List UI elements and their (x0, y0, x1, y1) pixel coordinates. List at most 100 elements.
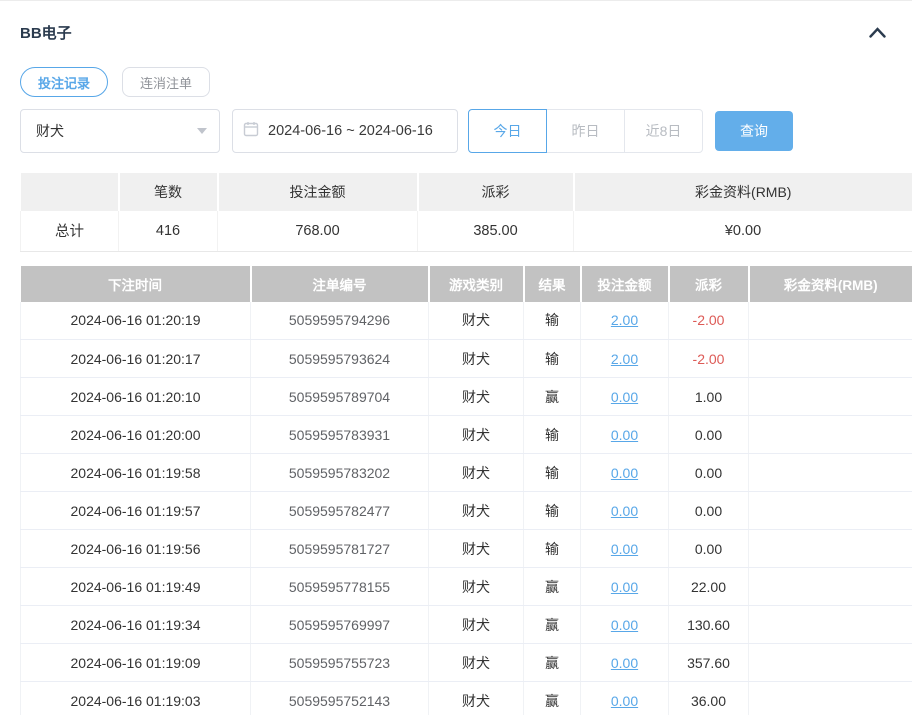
table-row: 2024-06-16 01:19:58 5059595783202 财犬 输 0… (21, 454, 912, 492)
bet-amount-cell: 0.00 (581, 492, 669, 530)
game-select-value: 财犬 (36, 121, 197, 141)
bet-id-cell: 5059595783931 (251, 416, 429, 454)
bet-time-cell: 2024-06-16 01:19:58 (21, 454, 251, 492)
tab-bar: 投注记录 连消注单 (20, 67, 912, 97)
table-row: 2024-06-16 01:19:03 5059595752143 财犬 赢 0… (21, 682, 912, 715)
chevron-up-icon (869, 26, 886, 41)
game-type-cell: 财犬 (429, 454, 524, 492)
bet-amount-link[interactable]: 0.00 (611, 655, 638, 671)
tab-cancelled-orders[interactable]: 连消注单 (122, 67, 210, 97)
date-range-picker[interactable]: 2024-06-16 ~ 2024-06-16 (232, 109, 458, 153)
collapse-button[interactable] (867, 25, 888, 40)
bet-amount-link[interactable]: 0.00 (611, 389, 638, 405)
summary-header-row: 笔数 投注金额 派彩 彩金资料(RMB) (21, 173, 912, 211)
game-type-cell: 财犬 (429, 682, 524, 715)
result-cell: 赢 (524, 644, 581, 682)
search-button[interactable]: 查询 (715, 111, 793, 151)
summary-header-empty (21, 173, 119, 211)
bet-amount-link[interactable]: 0.00 (611, 503, 638, 519)
result-cell: 输 (524, 530, 581, 568)
bet-id-cell: 5059595769997 (251, 606, 429, 644)
quick-range-yesterday[interactable]: 昨日 (546, 109, 625, 153)
bet-amount-link[interactable]: 0.00 (611, 693, 638, 709)
header-bet-id: 注单编号 (251, 266, 429, 302)
payout-cell: 0.00 (669, 416, 749, 454)
game-type-cell: 财犬 (429, 416, 524, 454)
table-row: 2024-06-16 01:19:57 5059595782477 财犬 输 0… (21, 492, 912, 530)
summary-total-label: 总计 (21, 211, 119, 251)
bet-id-cell: 5059595793624 (251, 340, 429, 378)
bet-id-cell: 5059595783202 (251, 454, 429, 492)
tab-bet-records[interactable]: 投注记录 (20, 67, 108, 97)
bet-amount-link[interactable]: 0.00 (611, 579, 638, 595)
payout-cell: 0.00 (669, 454, 749, 492)
bet-amount-link[interactable]: 2.00 (611, 351, 638, 367)
bonus-cell (749, 530, 912, 568)
header-bonus: 彩金资料(RMB) (749, 266, 912, 302)
page-title: BB电子 (20, 22, 72, 43)
bonus-cell (749, 644, 912, 682)
quick-range-group: 今日 昨日 近8日 (468, 109, 703, 153)
filter-bar: 财犬 2024-06-16 ~ 2024-06-16 今日 昨日 近8日 查询 (20, 109, 912, 153)
summary-total-bet-amount: 768.00 (218, 211, 418, 251)
bonus-cell (749, 302, 912, 340)
bet-time-cell: 2024-06-16 01:20:00 (21, 416, 251, 454)
summary-total-row: 总计 416 768.00 385.00 ¥0.00 (21, 211, 912, 251)
bet-amount-cell: 0.00 (581, 378, 669, 416)
game-type-cell: 财犬 (429, 644, 524, 682)
header-bet-amount: 投注金额 (581, 266, 669, 302)
table-row: 2024-06-16 01:19:49 5059595778155 财犬 赢 0… (21, 568, 912, 606)
bet-amount-cell: 0.00 (581, 568, 669, 606)
payout-cell: 0.00 (669, 530, 749, 568)
bet-amount-link[interactable]: 0.00 (611, 541, 638, 557)
bet-amount-cell: 0.00 (581, 644, 669, 682)
bet-amount-cell: 2.00 (581, 302, 669, 340)
payout-cell: -2.00 (669, 340, 749, 378)
quick-range-last-8-days[interactable]: 近8日 (624, 109, 703, 153)
bet-amount-cell: 0.00 (581, 682, 669, 715)
result-cell: 输 (524, 492, 581, 530)
bonus-cell (749, 682, 912, 715)
game-type-cell: 财犬 (429, 568, 524, 606)
bet-id-cell: 5059595781727 (251, 530, 429, 568)
result-cell: 输 (524, 454, 581, 492)
header-game-type: 游戏类别 (429, 266, 524, 302)
summary-total-count: 416 (119, 211, 218, 251)
summary-header-payout: 派彩 (418, 173, 574, 211)
result-cell: 赢 (524, 568, 581, 606)
bet-amount-cell: 0.00 (581, 454, 669, 492)
table-row: 2024-06-16 01:20:10 5059595789704 财犬 赢 0… (21, 378, 912, 416)
summary-total-bonus: ¥0.00 (574, 211, 912, 251)
table-row: 2024-06-16 01:20:17 5059595793624 财犬 输 2… (21, 340, 912, 378)
table-row: 2024-06-16 01:19:56 5059595781727 财犬 输 0… (21, 530, 912, 568)
summary-table: 笔数 投注金额 派彩 彩金资料(RMB) 总计 416 768.00 385.0… (20, 173, 912, 252)
table-row: 2024-06-16 01:20:00 5059595783931 财犬 输 0… (21, 416, 912, 454)
bet-time-cell: 2024-06-16 01:19:56 (21, 530, 251, 568)
quick-range-today[interactable]: 今日 (468, 109, 547, 153)
bet-id-cell: 5059595755723 (251, 644, 429, 682)
bet-amount-link[interactable]: 2.00 (611, 312, 638, 328)
bet-amount-link[interactable]: 0.00 (611, 427, 638, 443)
bet-table-body: 2024-06-16 01:20:19 5059595794296 财犬 输 2… (21, 302, 912, 715)
game-type-cell: 财犬 (429, 302, 524, 340)
date-range-value: 2024-06-16 ~ 2024-06-16 (268, 123, 433, 139)
bet-time-cell: 2024-06-16 01:20:19 (21, 302, 251, 340)
payout-cell: 1.00 (669, 378, 749, 416)
bet-id-cell: 5059595789704 (251, 378, 429, 416)
bet-table-header-row: 下注时间 注单编号 游戏类别 结果 投注金额 派彩 彩金资料(RMB) (21, 266, 912, 302)
bet-table: 下注时间 注单编号 游戏类别 结果 投注金额 派彩 彩金资料(RMB) 2024… (20, 266, 912, 715)
payout-cell: 130.60 (669, 606, 749, 644)
summary-header-bonus: 彩金资料(RMB) (574, 173, 912, 211)
summary-header-bet-amount: 投注金额 (218, 173, 418, 211)
game-type-cell: 财犬 (429, 606, 524, 644)
payout-cell: 357.60 (669, 644, 749, 682)
bet-amount-link[interactable]: 0.00 (611, 617, 638, 633)
bonus-cell (749, 492, 912, 530)
header-result: 结果 (524, 266, 581, 302)
header-payout: 派彩 (669, 266, 749, 302)
bet-amount-link[interactable]: 0.00 (611, 465, 638, 481)
bonus-cell (749, 416, 912, 454)
result-cell: 赢 (524, 606, 581, 644)
caret-down-icon (197, 128, 207, 134)
game-select[interactable]: 财犬 (20, 109, 220, 153)
